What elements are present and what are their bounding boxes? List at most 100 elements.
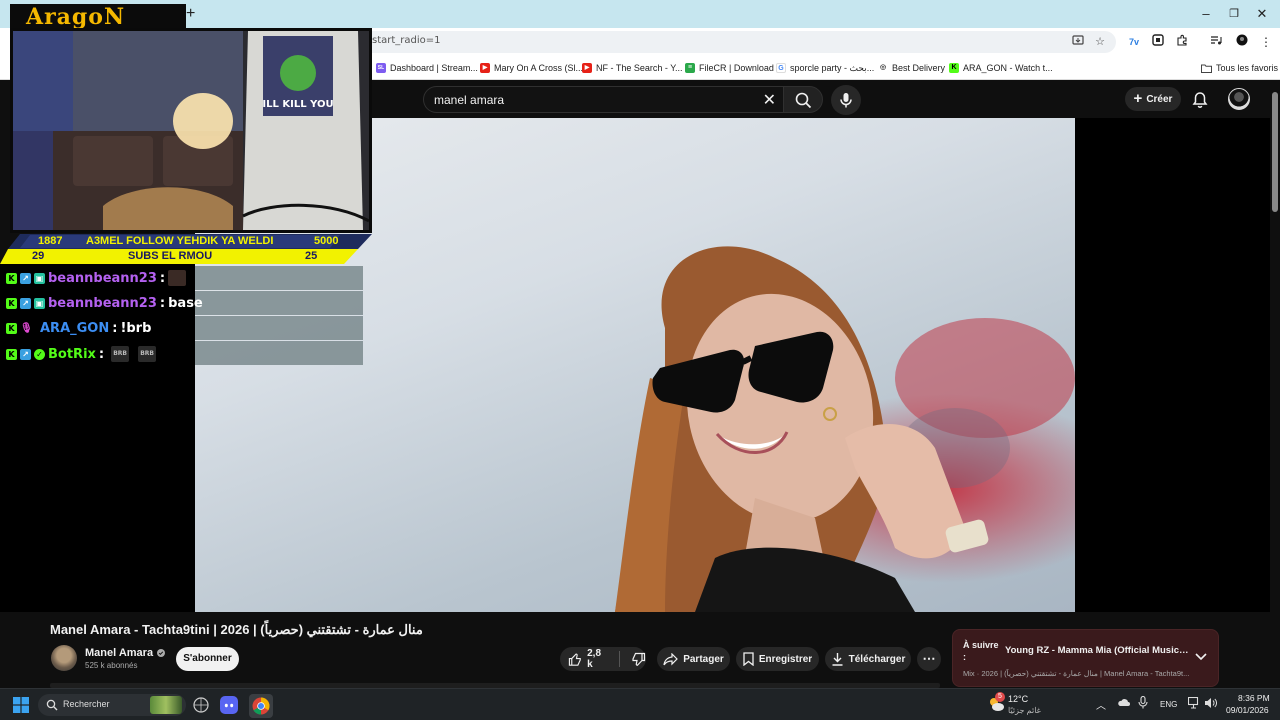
bot-badge-icon: ↗ [20,348,31,360]
scrollbar-thumb[interactable] [1272,92,1278,212]
media-controls-icon[interactable] [1208,34,1224,50]
thumbs-up-icon [568,652,581,666]
chat-message: K 🎙 ARA_GON : !brb [6,318,151,338]
channel-avatar[interactable] [51,645,77,671]
chat-separator: : [159,270,166,286]
address-bar[interactable]: start_radio=1 ☆ [360,31,1116,53]
taskbar-search[interactable]: Rechercher [38,694,186,716]
dislike-button[interactable] [631,652,646,667]
close-window-button[interactable]: ✕ [1252,4,1272,24]
discord-app-icon[interactable] [220,696,238,719]
kick-favicon-icon: K [949,63,959,73]
share-label: Partager [683,653,724,665]
chat-message: K ↗ ▣ beannbeann23 : [6,268,187,288]
download-label: Télécharger [848,653,906,665]
tray-chevron-up-icon[interactable]: ︿ [1096,697,1106,712]
taskview-app-icon[interactable] [193,697,209,718]
clock-date[interactable]: 09/01/2026 [1226,705,1269,715]
install-app-icon[interactable] [1070,34,1086,50]
onedrive-cloud-icon[interactable] [1117,697,1130,709]
weather-alert-badge: 5 [995,692,1005,702]
bookmark-item[interactable]: G sporcle party - بحث... [776,60,874,76]
like-divider [619,651,620,667]
youtube-favicon-icon: ▶ [582,63,592,73]
bookmark-label: sporcle party - بحث... [790,62,875,73]
minimize-button[interactable]: – [1196,4,1216,24]
search-button[interactable] [783,86,823,113]
chat-separator: : [159,295,166,311]
streamer-logo: AragoN [10,4,186,30]
microphone-tray-icon[interactable] [1138,695,1148,711]
language-indicator[interactable]: ENG [1160,700,1177,709]
download-button[interactable]: Télécharger [825,647,911,671]
bookmark-item[interactable]: ◎ Best Delivery [878,60,945,76]
search-input[interactable]: manel amara ✕ [423,86,785,113]
all-bookmarks[interactable]: Tous les favoris [1201,60,1278,76]
share-arrow-icon [663,652,679,665]
up-next-subtitle: Mix · 2026 | منال عمارة - تشتقتني (حصريا… [963,669,1190,678]
up-next-title: Young RZ - Mamma Mia (Official Music Vi.… [1005,645,1190,656]
share-button[interactable]: Partager [657,647,730,671]
taskbar-search-label: Rechercher [63,699,110,709]
bookmark-item[interactable]: ▶ Mary On A Cross (Sl... [480,60,583,76]
bookmark-star-icon[interactable]: ☆ [1092,34,1108,50]
kick-badge-icon: K [6,348,17,360]
maximize-button[interactable]: ❐ [1224,4,1244,24]
extension-screen-icon[interactable] [1150,34,1166,50]
gift-badge-icon: ▣ [34,297,45,309]
voice-search-button[interactable] [831,85,861,115]
subscriber-count: 525 k abonnés [85,661,138,670]
delivery-favicon-icon: ◎ [878,63,888,73]
thumbs-down-icon [632,652,646,666]
windows-start-icon[interactable] [13,697,29,718]
create-button[interactable]: + Créer [1125,87,1181,111]
network-icon[interactable] [1187,696,1201,711]
chrome-app-icon[interactable] [249,694,273,718]
profile-icon[interactable] [1234,34,1250,50]
chat-message-bar [195,341,363,365]
bookmark-item[interactable]: ▶ NF - The Search - Y... [582,60,683,76]
up-next-card[interactable]: À suivre : Young RZ - Mamma Mia (Officia… [952,629,1219,687]
volume-icon[interactable] [1204,697,1217,711]
browser-menu-icon[interactable]: ⋮ [1258,34,1274,50]
notifications-bell-icon[interactable] [1190,90,1210,110]
weather-temp: 12°C [1008,694,1029,704]
verified-check-icon [157,649,166,657]
bookmark-favicon-icon: SL [376,63,386,73]
follow-goal-target: 5000 [314,235,339,247]
subscriber-badge-icon: ↗ [20,272,31,284]
chat-emote-image [168,270,187,286]
new-tab-button[interactable]: + [186,4,195,24]
chevron-down-icon[interactable] [1195,650,1207,664]
extension-7tv-icon[interactable]: 7v [1126,34,1142,50]
bookmark-label: NF - The Search - Y... [596,63,683,73]
clock-time[interactable]: 8:36 PM [1238,693,1270,703]
search-icon [46,699,58,711]
channel-name-row[interactable]: Manel Amara [85,647,166,659]
chat-username: BotRix [48,346,96,362]
search-icon [795,92,812,109]
account-avatar[interactable] [1228,88,1250,110]
more-actions-button[interactable]: ⋯ [917,647,941,671]
chat-text: base [168,295,203,311]
like-count: 2,8 k [587,648,602,670]
subs-count: 29 [32,250,45,262]
webcam-shirt-text: ILL KILL YOU [262,99,333,110]
chat-username: beannbeann23 [48,270,157,286]
bookmark-item[interactable]: SL Dashboard | Stream... [376,60,478,76]
bookmark-item[interactable]: ≡ FileCR | Download [685,60,774,76]
save-label: Enregistrer [758,653,813,665]
like-button[interactable]: 2,8 k [568,648,608,670]
clear-search-icon[interactable]: ✕ [763,90,776,110]
save-button[interactable]: Enregistrer [736,647,819,671]
subscribe-button[interactable]: S'abonner [176,647,239,671]
page-scrollbar[interactable] [1270,80,1280,688]
broadcaster-mic-icon: 🎙 [20,322,33,334]
all-bookmarks-label: Tous les favoris [1216,63,1279,73]
filecr-favicon-icon: ≡ [685,63,695,73]
windows-taskbar: Rechercher 5 12°C غائم جزئيًا ︿ ENG 8:36… [0,688,1280,720]
subs-goal-target: 25 [305,250,318,262]
bookmark-item[interactable]: K ARA_GON - Watch t... [949,60,1053,76]
chat-username: beannbeann23 [48,295,157,311]
extensions-puzzle-icon[interactable] [1174,34,1190,50]
